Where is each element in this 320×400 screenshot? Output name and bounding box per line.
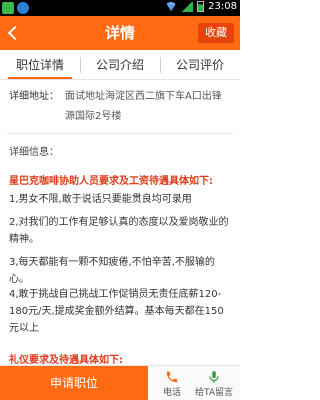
status-indicators: 23:08 [165, 1, 237, 12]
voice-message-button[interactable]: 给TA留言 [194, 366, 234, 400]
tab-company-intro[interactable]: 公司介绍 [80, 50, 160, 79]
notification-icons [2, 2, 29, 14]
tab-job-details[interactable]: 职位详情 [0, 50, 80, 79]
divider [6, 133, 234, 134]
detail-paragraph: 4,敢于挑战自己挑战工作促销员无责任底薪120-180元/天,提成奖金额外结算。… [9, 289, 224, 334]
detail-paragraph: 3,每天都能有一颗不知疲倦,不怕辛苦,不服输的心。 [9, 257, 215, 285]
address-value: 面试地址海淀区西二旗下车A口出锋 源国际2号楼 [65, 91, 222, 122]
detail-label: 详细信息： [9, 147, 59, 158]
wifi-icon [165, 1, 178, 12]
phone-icon [166, 371, 178, 382]
app-header: 详情 收藏 [0, 16, 240, 50]
phone-button[interactable]: 电话 [152, 366, 192, 400]
shield-icon [17, 2, 29, 14]
detail-paragraph: 1,男女不限,敢于说话只要能贯良均可录用 [9, 194, 192, 205]
tab-company-reviews[interactable]: 公司评价 [160, 50, 240, 79]
voice-message-label: 给TA留言 [195, 387, 233, 398]
job-detail-content[interactable]: 详细地址： 面试地址海淀区西二旗下车A口出锋 源国际2号楼 详细信息： 星巴克咖… [0, 81, 240, 365]
battery-icon [197, 1, 205, 12]
section-title-etiquette: 礼仪要求及待遇具体如下: [9, 355, 123, 365]
tab-bar: 职位详情 公司介绍 公司评价 [0, 50, 240, 80]
microphone-icon [209, 370, 219, 383]
signal-icon [181, 1, 194, 12]
detail-paragraph: 2,对我们的工作有足够认真的态度以及爱岗敬业的精神。 [9, 217, 229, 245]
status-bar: 23:08 [0, 0, 240, 16]
bottom-action-bar: 申请职位 电话 给TA留言 [0, 365, 240, 400]
notification-icon [2, 2, 14, 14]
apply-job-button[interactable]: 申请职位 [0, 366, 148, 400]
collect-button[interactable]: 收藏 [198, 23, 234, 43]
address-label: 详细地址： [9, 91, 59, 102]
clock: 23:08 [208, 1, 237, 12]
section-title-requirements: 星巴克咖啡协助人员要求及工资待遇具体如下: [9, 176, 213, 187]
phone-label: 电话 [162, 387, 181, 398]
address-row: 详细地址： 面试地址海淀区西二旗下车A口出锋 源国际2号楼 [9, 89, 233, 127]
